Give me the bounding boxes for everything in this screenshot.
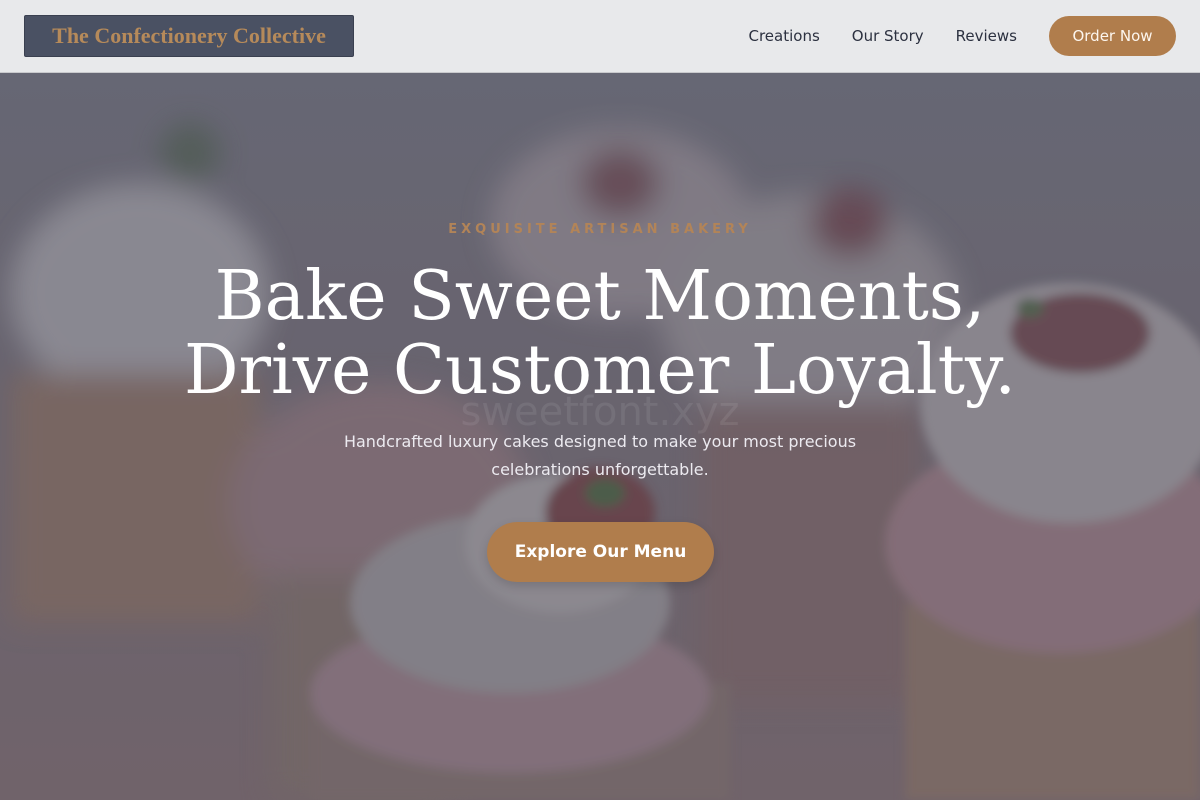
main-nav: Creations Our Story Reviews Order Now — [749, 16, 1176, 56]
nav-link-our-story[interactable]: Our Story — [852, 27, 924, 45]
explore-menu-button[interactable]: Explore Our Menu — [487, 522, 714, 582]
hero-content: sweetfont.xyz EXQUISITE ARTISAN BAKERY B… — [0, 73, 1200, 800]
brand-logo[interactable]: The Confectionery Collective — [24, 15, 354, 57]
nav-link-creations[interactable]: Creations — [749, 27, 820, 45]
order-now-button[interactable]: Order Now — [1049, 16, 1176, 56]
headline-line-2: Drive Customer Loyalty. — [183, 331, 1016, 410]
headline-line-1: Bake Sweet Moments, — [214, 257, 986, 336]
nav-link-reviews[interactable]: Reviews — [956, 27, 1017, 45]
site-header: The Confectionery Collective Creations O… — [0, 0, 1200, 73]
hero-subline: Handcrafted luxury cakes designed to mak… — [343, 432, 857, 479]
hero-eyebrow: EXQUISITE ARTISAN BAKERY — [448, 222, 752, 237]
hero-headline: Bake Sweet Moments, Drive Customer Loyal… — [0, 260, 1200, 408]
